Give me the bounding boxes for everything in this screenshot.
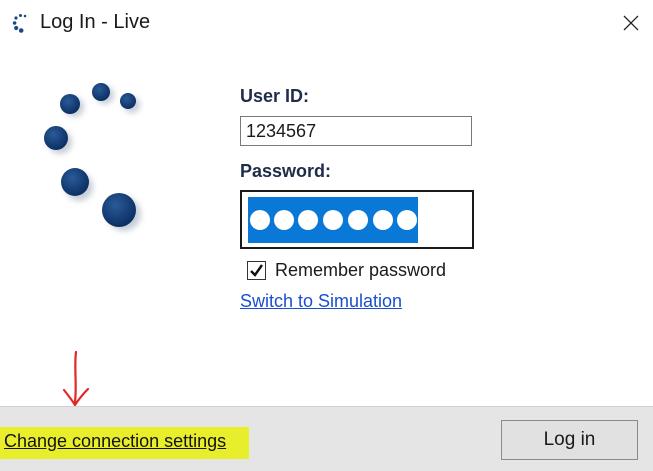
password-label: Password:: [240, 161, 332, 181]
remember-password-label[interactable]: Remember password: [275, 260, 446, 281]
password-dot: [250, 210, 270, 230]
password-dot: [323, 210, 343, 230]
user-id-label: User ID:: [240, 86, 310, 106]
password-dot: [373, 210, 393, 230]
password-dot: [298, 210, 318, 230]
spinner-dots-icon: [12, 14, 27, 33]
password-dot: [348, 210, 368, 230]
remember-password-checkbox[interactable]: [247, 261, 266, 280]
window-title: Log In - Live: [40, 11, 151, 33]
user-id-input[interactable]: 1234567: [240, 116, 472, 146]
close-icon: [623, 15, 639, 31]
password-dot: [397, 210, 417, 230]
password-input[interactable]: [240, 190, 474, 249]
spinner-logo-icon: [44, 83, 141, 231]
switch-to-simulation-link[interactable]: Switch to Simulation: [240, 291, 402, 312]
change-connection-settings-link[interactable]: Change connection settings: [4, 431, 226, 452]
login-button[interactable]: Log in: [501, 420, 638, 460]
dialog-footer: Change connection settings Log in: [0, 406, 653, 471]
password-dot: [274, 210, 294, 230]
title-bar: Log In - Live: [0, 0, 653, 46]
close-button[interactable]: [614, 6, 648, 40]
checkmark-icon: [250, 264, 263, 277]
password-mask-selection: [248, 197, 418, 243]
red-arrow-annotation-icon: [62, 350, 90, 408]
